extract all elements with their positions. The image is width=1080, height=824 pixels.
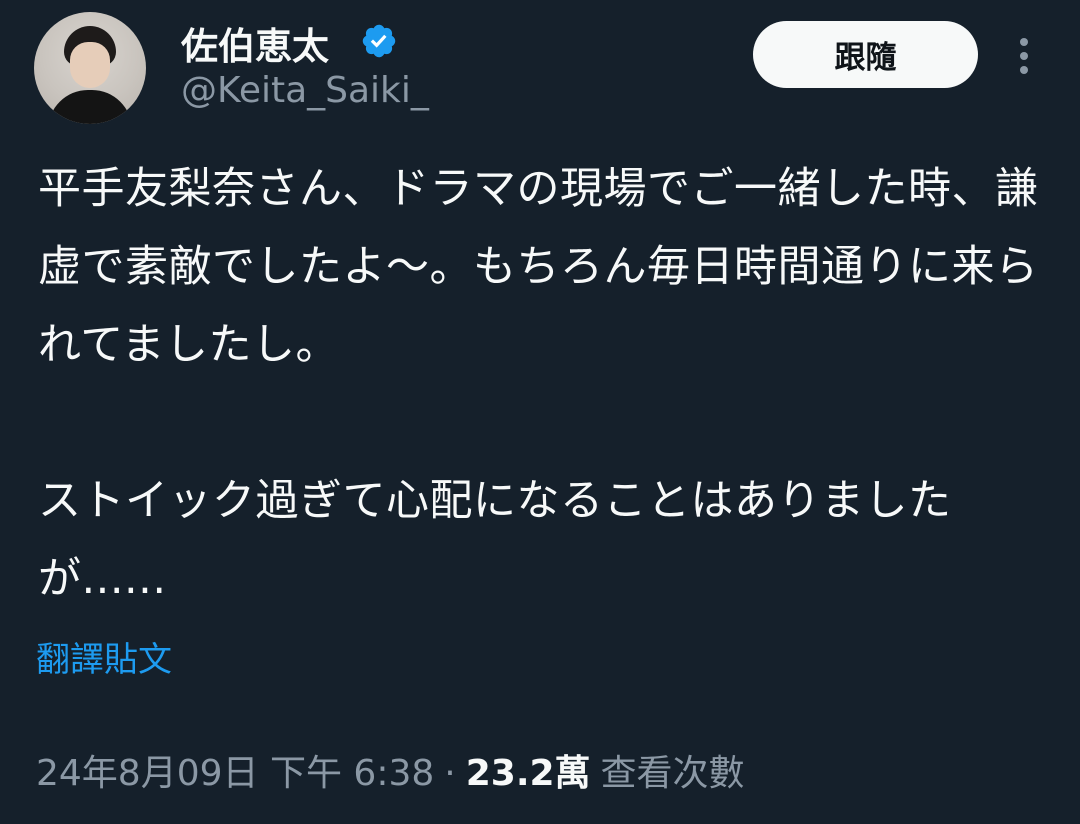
views-label[interactable]: 查看次數 <box>601 744 745 796</box>
timestamp[interactable]: 24年8月09日 下午 6:38 <box>36 744 434 796</box>
tweet-meta: 24年8月09日 下午 6:38 · 23.2萬 查看次數 <box>36 744 745 796</box>
tweet-text: 平手友梨奈さん、ドラマの現場でご一緒した時、謙虚で素敵でしたよ〜。もちろん毎日時… <box>38 164 1039 604</box>
avatar[interactable] <box>34 12 146 124</box>
translate-post-link[interactable]: 翻譯貼文 <box>36 632 172 681</box>
more-vertical-icon[interactable] <box>1012 36 1036 76</box>
views-count[interactable]: 23.2萬 <box>466 744 591 796</box>
display-name[interactable]: 佐伯恵太 <box>181 16 329 70</box>
user-handle[interactable]: @Keita_Saiki_ <box>181 70 429 111</box>
follow-button[interactable]: 跟隨 <box>753 21 978 88</box>
verified-badge-icon <box>362 24 396 58</box>
meta-separator: · <box>444 753 456 794</box>
tweet-card: 佐伯恵太 @Keita_Saiki_ 跟隨 平手友梨奈さん、ドラマの現場でご一緒… <box>0 0 1080 824</box>
avatar-face <box>70 42 110 88</box>
avatar-body <box>48 90 132 124</box>
